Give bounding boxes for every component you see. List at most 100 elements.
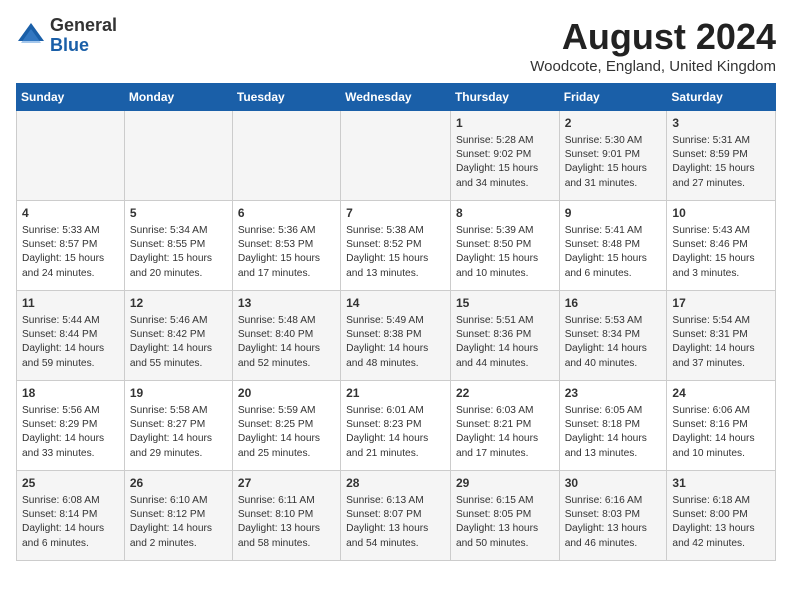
day-number: 5 — [130, 205, 227, 222]
day-info: Sunrise: 5:48 AM — [238, 314, 335, 328]
day-info: and 10 minutes. — [456, 267, 554, 281]
day-info: Sunrise: 6:13 AM — [346, 494, 445, 508]
day-info: Daylight: 13 hours — [456, 522, 554, 536]
day-info: Sunset: 8:21 PM — [456, 418, 554, 432]
day-info: Sunrise: 5:41 AM — [565, 224, 662, 238]
day-info: Sunrise: 5:33 AM — [22, 224, 119, 238]
day-info: Daylight: 15 hours — [565, 162, 662, 176]
day-info: and 13 minutes. — [346, 267, 445, 281]
day-info: Sunrise: 6:01 AM — [346, 404, 445, 418]
day-info: and 21 minutes. — [346, 447, 445, 461]
week-row-5: 25Sunrise: 6:08 AMSunset: 8:14 PMDayligh… — [17, 471, 776, 561]
day-cell: 7Sunrise: 5:38 AMSunset: 8:52 PMDaylight… — [341, 201, 451, 291]
day-cell: 27Sunrise: 6:11 AMSunset: 8:10 PMDayligh… — [232, 471, 340, 561]
day-cell — [341, 111, 451, 201]
day-info: and 37 minutes. — [672, 357, 770, 371]
day-info: Daylight: 15 hours — [565, 252, 662, 266]
day-info: and 44 minutes. — [456, 357, 554, 371]
day-info: Sunrise: 6:05 AM — [565, 404, 662, 418]
day-cell: 1Sunrise: 5:28 AMSunset: 9:02 PMDaylight… — [450, 111, 559, 201]
day-info: Daylight: 15 hours — [22, 252, 119, 266]
day-cell: 8Sunrise: 5:39 AMSunset: 8:50 PMDaylight… — [450, 201, 559, 291]
day-info: Sunrise: 5:28 AM — [456, 134, 554, 148]
day-cell: 9Sunrise: 5:41 AMSunset: 8:48 PMDaylight… — [559, 201, 667, 291]
day-info: Daylight: 14 hours — [456, 342, 554, 356]
week-row-3: 11Sunrise: 5:44 AMSunset: 8:44 PMDayligh… — [17, 291, 776, 381]
day-number: 29 — [456, 475, 554, 492]
day-number: 14 — [346, 295, 445, 312]
day-cell: 4Sunrise: 5:33 AMSunset: 8:57 PMDaylight… — [17, 201, 125, 291]
day-info: Sunrise: 6:08 AM — [22, 494, 119, 508]
day-info: Daylight: 14 hours — [346, 342, 445, 356]
day-number: 10 — [672, 205, 770, 222]
day-info: Sunrise: 5:34 AM — [130, 224, 227, 238]
logo-blue: Blue — [50, 36, 117, 56]
day-info: Sunrise: 5:31 AM — [672, 134, 770, 148]
day-info: Daylight: 14 hours — [672, 342, 770, 356]
day-info: and 42 minutes. — [672, 537, 770, 551]
day-number: 2 — [565, 115, 662, 132]
day-info: Sunrise: 6:10 AM — [130, 494, 227, 508]
day-info: Sunrise: 6:15 AM — [456, 494, 554, 508]
day-info: Sunrise: 5:44 AM — [22, 314, 119, 328]
day-info: Sunset: 8:12 PM — [130, 508, 227, 522]
day-info: Daylight: 15 hours — [456, 252, 554, 266]
day-info: and 17 minutes. — [238, 267, 335, 281]
day-number: 28 — [346, 475, 445, 492]
logo-icon — [16, 21, 46, 51]
day-info: Sunset: 8:14 PM — [22, 508, 119, 522]
day-info: Sunrise: 5:53 AM — [565, 314, 662, 328]
day-number: 27 — [238, 475, 335, 492]
week-row-2: 4Sunrise: 5:33 AMSunset: 8:57 PMDaylight… — [17, 201, 776, 291]
day-cell: 21Sunrise: 6:01 AMSunset: 8:23 PMDayligh… — [341, 381, 451, 471]
day-info: Sunset: 8:34 PM — [565, 328, 662, 342]
day-number: 17 — [672, 295, 770, 312]
day-info: Sunset: 8:29 PM — [22, 418, 119, 432]
day-info: Sunset: 8:10 PM — [238, 508, 335, 522]
day-info: Daylight: 15 hours — [672, 162, 770, 176]
day-info: Daylight: 14 hours — [565, 432, 662, 446]
day-number: 30 — [565, 475, 662, 492]
day-info: Sunrise: 5:43 AM — [672, 224, 770, 238]
title-block: August 2024 Woodcote, England, United Ki… — [530, 16, 776, 75]
day-info: Daylight: 14 hours — [22, 432, 119, 446]
day-cell: 3Sunrise: 5:31 AMSunset: 8:59 PMDaylight… — [667, 111, 776, 201]
day-info: and 2 minutes. — [130, 537, 227, 551]
day-info: Daylight: 14 hours — [130, 522, 227, 536]
day-info: Daylight: 14 hours — [22, 522, 119, 536]
day-info: and 29 minutes. — [130, 447, 227, 461]
day-info: Daylight: 15 hours — [130, 252, 227, 266]
day-cell: 25Sunrise: 6:08 AMSunset: 8:14 PMDayligh… — [17, 471, 125, 561]
day-info: Sunset: 8:52 PM — [346, 238, 445, 252]
day-number: 19 — [130, 385, 227, 402]
logo: General Blue — [16, 16, 117, 56]
day-info: Daylight: 13 hours — [565, 522, 662, 536]
day-cell — [124, 111, 232, 201]
day-info: Sunrise: 5:54 AM — [672, 314, 770, 328]
day-info: Daylight: 15 hours — [672, 252, 770, 266]
day-cell: 14Sunrise: 5:49 AMSunset: 8:38 PMDayligh… — [341, 291, 451, 381]
day-cell: 28Sunrise: 6:13 AMSunset: 8:07 PMDayligh… — [341, 471, 451, 561]
day-info: Daylight: 15 hours — [346, 252, 445, 266]
day-info: Sunset: 9:02 PM — [456, 148, 554, 162]
day-cell — [232, 111, 340, 201]
day-info: and 6 minutes. — [565, 267, 662, 281]
day-number: 24 — [672, 385, 770, 402]
logo-general: General — [50, 16, 117, 36]
day-number: 3 — [672, 115, 770, 132]
day-info: Sunset: 8:46 PM — [672, 238, 770, 252]
day-info: Sunrise: 5:38 AM — [346, 224, 445, 238]
page-header: General Blue August 2024 Woodcote, Engla… — [16, 16, 776, 75]
day-info: Sunset: 8:16 PM — [672, 418, 770, 432]
day-info: Daylight: 13 hours — [238, 522, 335, 536]
day-info: and 52 minutes. — [238, 357, 335, 371]
day-info: Daylight: 15 hours — [456, 162, 554, 176]
day-info: and 6 minutes. — [22, 537, 119, 551]
day-number: 11 — [22, 295, 119, 312]
location: Woodcote, England, United Kingdom — [530, 58, 776, 75]
day-info: Sunset: 8:50 PM — [456, 238, 554, 252]
month-title: August 2024 — [530, 16, 776, 58]
day-info: Sunrise: 6:16 AM — [565, 494, 662, 508]
day-info: and 25 minutes. — [238, 447, 335, 461]
day-info: and 48 minutes. — [346, 357, 445, 371]
